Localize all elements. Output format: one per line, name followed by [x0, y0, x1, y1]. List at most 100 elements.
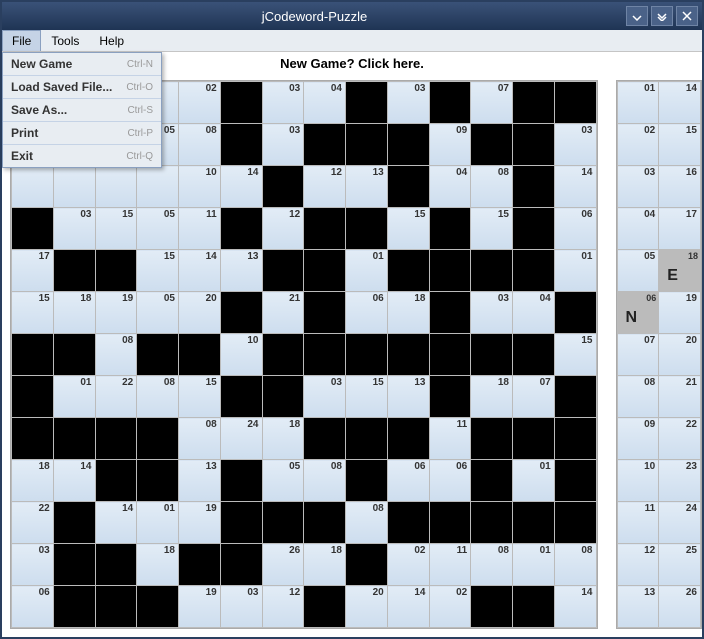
maximize-button[interactable] — [651, 6, 673, 26]
menu-file[interactable]: File — [2, 30, 41, 51]
grid-cell[interactable]: 03 — [387, 82, 429, 124]
grid-cell[interactable]: 18 — [262, 418, 304, 460]
grid-cell[interactable]: 05 — [137, 208, 179, 250]
grid-cell[interactable]: 15 — [179, 376, 221, 418]
grid-cell[interactable]: 11 — [429, 544, 471, 586]
grid-cell[interactable]: 07 — [513, 376, 555, 418]
grid-cell[interactable]: 08 — [554, 544, 596, 586]
grid-cell[interactable]: 18 — [471, 376, 513, 418]
grid-cell[interactable] — [53, 166, 95, 208]
grid-cell[interactable]: 18 — [53, 292, 95, 334]
grid-cell[interactable]: 21 — [262, 292, 304, 334]
key-cell[interactable]: 05 — [617, 250, 659, 292]
file-menu-item[interactable]: PrintCtrl-P — [3, 122, 161, 145]
grid-cell[interactable]: 01 — [513, 544, 555, 586]
grid-cell[interactable]: 01 — [53, 376, 95, 418]
grid-cell[interactable]: 19 — [179, 586, 221, 628]
grid-cell[interactable]: 15 — [471, 208, 513, 250]
key-cell[interactable]: 24 — [659, 502, 701, 544]
grid-cell[interactable]: 05 — [137, 292, 179, 334]
grid-cell[interactable]: 08 — [471, 166, 513, 208]
key-cell[interactable]: 17 — [659, 208, 701, 250]
grid-cell[interactable]: 09 — [429, 124, 471, 166]
key-cell[interactable]: 15 — [659, 124, 701, 166]
grid-cell[interactable]: 03 — [471, 292, 513, 334]
grid-cell[interactable]: 03 — [304, 376, 346, 418]
grid-cell[interactable]: 14 — [179, 250, 221, 292]
key-cell[interactable]: 26 — [659, 586, 701, 628]
grid-cell[interactable]: 06 — [387, 460, 429, 502]
key-cell[interactable]: 19 — [659, 292, 701, 334]
grid-cell[interactable]: 03 — [262, 124, 304, 166]
grid-cell[interactable]: 06 — [429, 460, 471, 502]
grid-cell[interactable]: 08 — [179, 124, 221, 166]
grid-cell[interactable]: 12 — [262, 586, 304, 628]
grid-cell[interactable] — [95, 166, 137, 208]
key-cell[interactable]: 03 — [617, 166, 659, 208]
grid-cell[interactable]: 01 — [513, 460, 555, 502]
grid-cell[interactable]: 03 — [220, 586, 262, 628]
grid-cell[interactable]: 02 — [179, 82, 221, 124]
minimize-button[interactable] — [626, 6, 648, 26]
key-cell[interactable]: 09 — [617, 418, 659, 460]
grid-cell[interactable]: 18 — [387, 292, 429, 334]
file-menu-item[interactable]: ExitCtrl-Q — [3, 145, 161, 167]
grid-cell[interactable] — [137, 166, 179, 208]
grid-cell[interactable]: 12 — [262, 208, 304, 250]
grid-cell[interactable]: 26 — [262, 544, 304, 586]
grid-cell[interactable]: 06 — [12, 586, 54, 628]
key-cell[interactable]: 11 — [617, 502, 659, 544]
grid-cell[interactable]: 10 — [179, 166, 221, 208]
grid-cell[interactable]: 24 — [220, 418, 262, 460]
grid-cell[interactable]: 17 — [12, 250, 54, 292]
grid-cell[interactable]: 14 — [95, 502, 137, 544]
grid-cell[interactable]: 15 — [554, 334, 596, 376]
grid-cell[interactable]: 01 — [137, 502, 179, 544]
grid-cell[interactable]: 13 — [220, 250, 262, 292]
grid-cell[interactable]: 08 — [471, 544, 513, 586]
key-cell[interactable]: 13 — [617, 586, 659, 628]
grid-cell[interactable]: 04 — [304, 82, 346, 124]
grid-cell[interactable]: 02 — [387, 544, 429, 586]
key-cell[interactable]: 12 — [617, 544, 659, 586]
menu-tools[interactable]: Tools — [41, 30, 89, 51]
grid-cell[interactable]: 04 — [429, 166, 471, 208]
grid-cell[interactable]: 18 — [12, 460, 54, 502]
grid-cell[interactable]: 20 — [346, 586, 388, 628]
grid-cell[interactable]: 11 — [179, 208, 221, 250]
menu-help[interactable]: Help — [89, 30, 134, 51]
grid-cell[interactable]: 15 — [95, 208, 137, 250]
key-cell[interactable]: 14 — [659, 82, 701, 124]
key-cell[interactable]: 23 — [659, 460, 701, 502]
grid-cell[interactable]: 08 — [304, 460, 346, 502]
grid-cell[interactable]: 18 — [304, 544, 346, 586]
grid-cell[interactable]: 13 — [387, 376, 429, 418]
grid-cell[interactable]: 01 — [554, 250, 596, 292]
grid-cell[interactable]: 14 — [554, 586, 596, 628]
grid-cell[interactable]: 22 — [12, 502, 54, 544]
grid-cell[interactable]: 06 — [346, 292, 388, 334]
grid-cell[interactable]: 03 — [53, 208, 95, 250]
key-cell[interactable]: 10 — [617, 460, 659, 502]
grid-cell[interactable]: 18 — [137, 544, 179, 586]
file-menu-item[interactable]: Load Saved File...Ctrl-O — [3, 76, 161, 99]
grid-cell[interactable]: 02 — [429, 586, 471, 628]
grid-cell[interactable]: 06 — [554, 208, 596, 250]
grid-cell[interactable]: 13 — [179, 460, 221, 502]
grid-cell[interactable]: 04 — [513, 292, 555, 334]
grid-cell[interactable]: 12 — [304, 166, 346, 208]
grid-cell[interactable]: 19 — [95, 292, 137, 334]
key-cell[interactable]: 04 — [617, 208, 659, 250]
grid-cell[interactable]: 03 — [554, 124, 596, 166]
grid-cell[interactable]: 05 — [262, 460, 304, 502]
grid-cell[interactable]: 10 — [220, 334, 262, 376]
key-cell[interactable]: 18E — [659, 250, 701, 292]
file-menu-item[interactable]: Save As...Ctrl-S — [3, 99, 161, 122]
key-cell[interactable]: 07 — [617, 334, 659, 376]
close-button[interactable] — [676, 6, 698, 26]
grid-cell[interactable]: 08 — [346, 502, 388, 544]
grid-cell[interactable]: 08 — [95, 334, 137, 376]
grid-cell[interactable]: 14 — [220, 166, 262, 208]
key-cell[interactable]: 21 — [659, 376, 701, 418]
grid-cell[interactable]: 03 — [262, 82, 304, 124]
